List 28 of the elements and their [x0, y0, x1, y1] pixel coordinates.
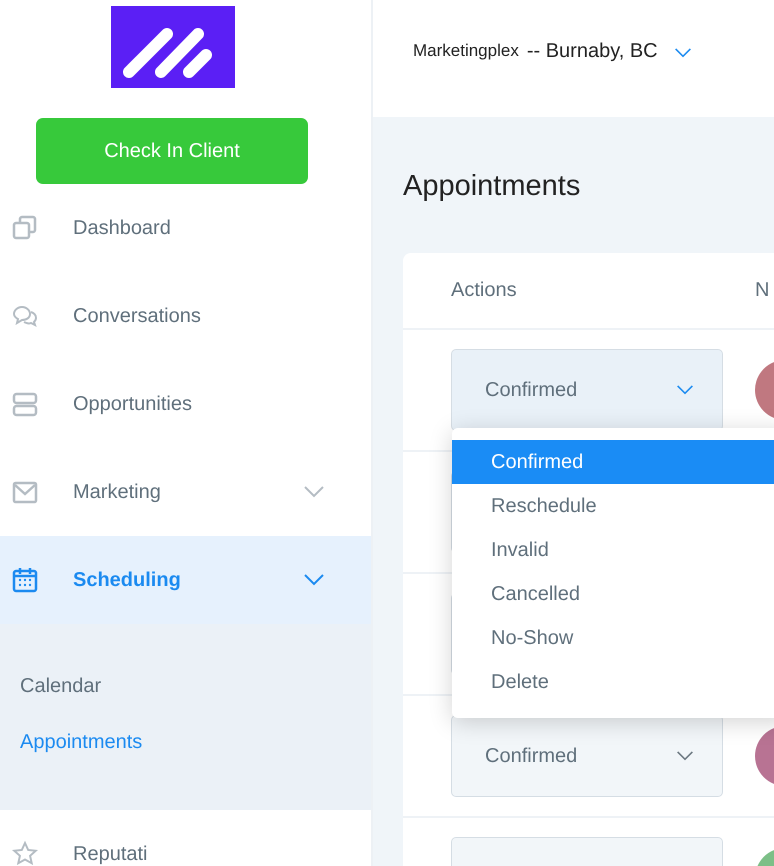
submenu-item[interactable]: Appointments — [20, 714, 371, 770]
dropdown-option[interactable]: No-Show — [452, 616, 774, 660]
dropdown-option[interactable]: Cancelled — [452, 572, 774, 616]
status-select[interactable]: Confirmed — [451, 714, 723, 796]
dropdown-option[interactable]: Invalid — [452, 528, 774, 572]
stack-icon — [11, 390, 39, 418]
sidebar-item[interactable]: Scheduling — [0, 536, 371, 624]
column-header: Actions — [451, 278, 518, 303]
chevron-down-icon — [676, 750, 694, 762]
submenu-item[interactable]: Calendar — [20, 658, 371, 714]
calendar-icon — [11, 566, 39, 594]
sidebar-item[interactable]: Opportunities — [0, 360, 371, 448]
location-detail[interactable]: -- Burnaby, BC — [526, 36, 658, 66]
chevron-down-icon — [676, 384, 694, 396]
sidebar-item[interactable]: Conversations — [0, 272, 371, 360]
sidebar-item[interactable]: Reputati — [0, 810, 371, 866]
sidebar-item[interactable]: Marketing — [0, 448, 371, 536]
column-header: N — [755, 278, 770, 303]
location-name[interactable]: Marketingplex — [413, 38, 519, 64]
star-icon — [11, 840, 39, 866]
copy-icon — [11, 214, 39, 242]
sidebar-item[interactable]: Dashboard — [0, 184, 371, 272]
status-select[interactable]: Confirmed — [451, 348, 723, 430]
dropdown-option[interactable]: Delete — [452, 660, 774, 704]
location-dropdown-icon[interactable] — [674, 46, 692, 58]
dropdown-option[interactable]: Reschedule — [452, 484, 774, 528]
dropdown-option[interactable]: Confirmed — [452, 440, 774, 484]
page-title: Appointments — [403, 169, 582, 204]
